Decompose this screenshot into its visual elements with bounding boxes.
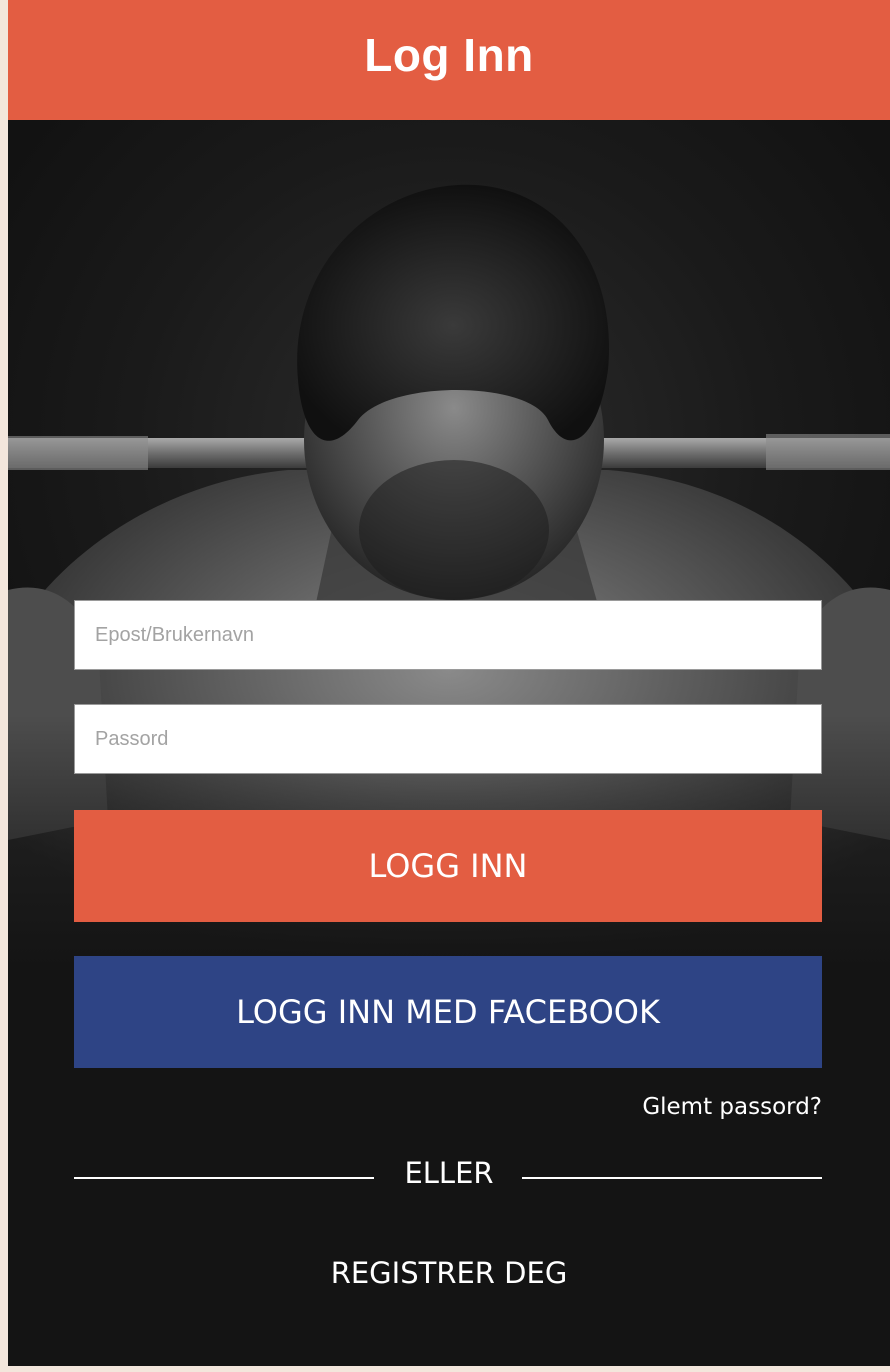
- facebook-login-button[interactable]: LOGG INN MED FACEBOOK: [74, 956, 822, 1068]
- login-button[interactable]: LOGG INN: [74, 810, 822, 922]
- facebook-login-button-label: LOGG INN MED FACEBOOK: [236, 993, 660, 1031]
- login-page: Log Inn Epost/Brukernavn LOGG INN LOGG I…: [8, 0, 890, 1366]
- email-field[interactable]: [74, 600, 822, 670]
- page-title: Log Inn: [364, 29, 534, 81]
- app-header: Log Inn: [8, 0, 890, 120]
- login-button-label: LOGG INN: [368, 847, 528, 885]
- register-link[interactable]: REGISTRER DEG: [8, 1256, 890, 1290]
- or-separator: ELLER: [404, 1156, 494, 1190]
- divider-right: [522, 1177, 822, 1179]
- forgot-password-link[interactable]: Glemt passord?: [642, 1094, 822, 1120]
- password-field[interactable]: [74, 704, 822, 774]
